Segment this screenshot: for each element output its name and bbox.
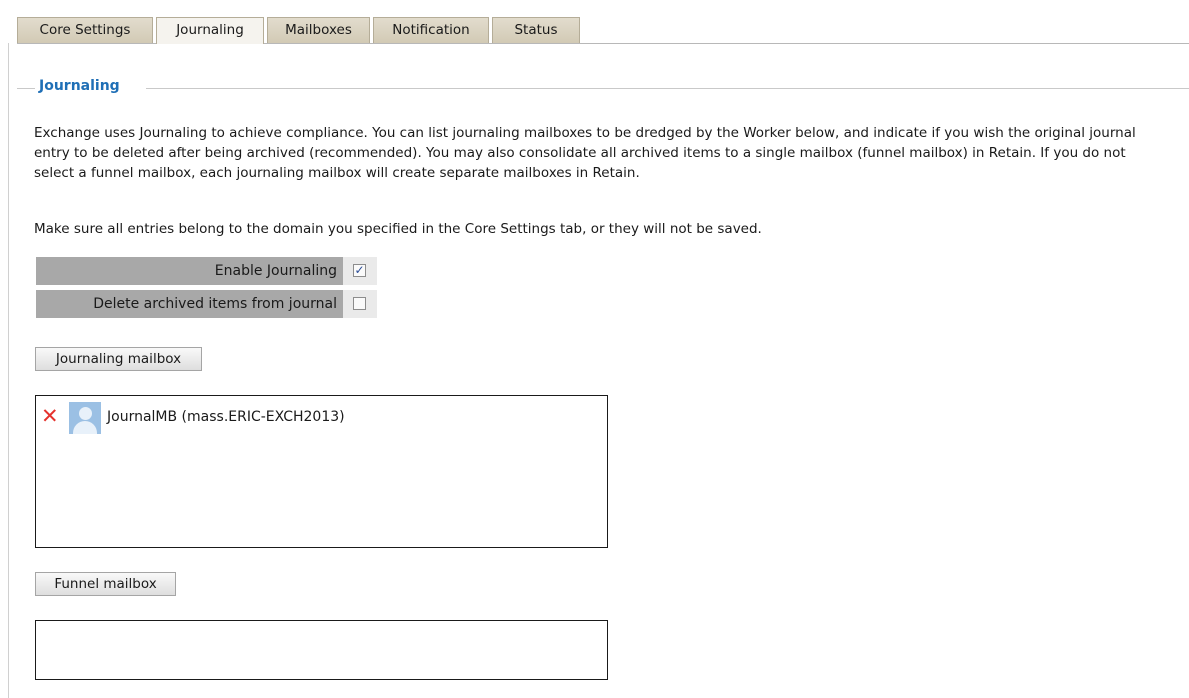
domain-note: Make sure all entries belong to the doma… bbox=[34, 221, 762, 237]
user-avatar-icon bbox=[69, 402, 101, 434]
enable-journaling-label: Enable Journaling bbox=[36, 257, 343, 285]
fieldset-border-left bbox=[17, 88, 35, 89]
delete-archived-checkbox[interactable] bbox=[353, 297, 366, 310]
enable-journaling-cell: ✓ bbox=[343, 257, 377, 285]
journaling-mailbox-button[interactable]: Journaling mailbox bbox=[35, 347, 202, 371]
tab-notification[interactable]: Notification bbox=[373, 17, 489, 43]
fieldset-border-right bbox=[146, 88, 1189, 89]
mailbox-entry-name[interactable]: JournalMB (mass.ERIC-EXCH2013) bbox=[107, 409, 345, 425]
x-icon[interactable]: ✕ bbox=[41, 406, 61, 427]
tab-mailboxes[interactable]: Mailboxes bbox=[267, 17, 370, 43]
funnel-mailbox-list[interactable] bbox=[35, 620, 608, 680]
tab-journaling[interactable]: Journaling bbox=[156, 17, 264, 44]
journaling-mailbox-list[interactable]: ✕ JournalMB (mass.ERIC-EXCH2013) bbox=[35, 395, 608, 548]
tab-core-settings[interactable]: Core Settings bbox=[17, 17, 153, 43]
tab-status[interactable]: Status bbox=[492, 17, 580, 43]
journaling-description: Exchange uses Journaling to achieve comp… bbox=[34, 125, 1136, 181]
section-title: Journaling bbox=[36, 78, 122, 94]
delete-archived-label: Delete archived items from journal bbox=[36, 290, 343, 318]
tab-bar: Core Settings Journaling Mailboxes Notif… bbox=[17, 17, 1189, 44]
enable-journaling-checkbox[interactable]: ✓ bbox=[353, 264, 366, 277]
funnel-mailbox-button[interactable]: Funnel mailbox bbox=[35, 572, 176, 596]
delete-archived-cell bbox=[343, 290, 377, 318]
